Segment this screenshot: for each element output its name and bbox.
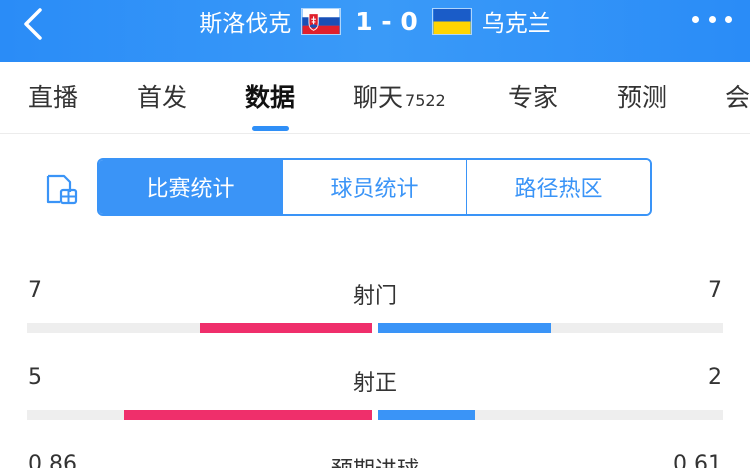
stat-away-bar xyxy=(378,323,551,333)
stat-away-track xyxy=(378,410,723,420)
home-team-name: 斯洛伐克 xyxy=(199,11,292,37)
stat-label: 射门 xyxy=(352,284,397,309)
segment-match-stats[interactable]: 比赛统计 xyxy=(99,160,283,214)
tab-live[interactable]: 直播 xyxy=(28,78,78,114)
more-dots-icon xyxy=(692,15,699,23)
stat-home-track xyxy=(27,323,372,333)
tab-chat[interactable]: 聊天 7522 xyxy=(353,78,446,114)
score: 1 - 0 xyxy=(355,6,418,36)
away-team-name: 乌克兰 xyxy=(481,11,551,37)
active-tab-indicator xyxy=(252,126,289,131)
tab-lineup[interactable]: 首发 xyxy=(137,78,187,114)
stat-home-bar xyxy=(199,323,372,333)
tab-predict[interactable]: 预测 xyxy=(617,78,667,114)
stat-away-value: 2 xyxy=(708,365,722,390)
ukraine-flag-icon xyxy=(431,7,472,35)
more-button[interactable] xyxy=(692,4,732,34)
stat-away-value: 0.61 xyxy=(673,452,722,468)
stat-away-value: 7 xyxy=(708,278,722,303)
stat-home-bar xyxy=(123,410,372,420)
segment-player-stats[interactable]: 球员统计 xyxy=(283,160,467,214)
stat-away-bar xyxy=(378,410,475,420)
stat-away-track xyxy=(378,323,723,333)
stat-label: 预期进球 xyxy=(0,452,750,468)
match-title: 斯洛伐克 1 - 0 乌克兰 xyxy=(0,3,750,39)
tab-experts[interactable]: 专家 xyxy=(508,78,558,114)
top-tab-bar: 直播 首发 数据 聊天 7522 专家 预测 会 xyxy=(0,62,750,134)
stat-label: 射正 xyxy=(352,371,397,396)
chat-count-badge: 7522 xyxy=(405,91,446,110)
stat-home-track xyxy=(27,410,372,420)
segment-heatmap[interactable]: 路径热区 xyxy=(467,160,650,214)
tab-more-cut[interactable]: 会 xyxy=(725,78,750,114)
tab-data[interactable]: 数据 xyxy=(245,78,295,114)
match-header: 斯洛伐克 1 - 0 乌克兰 xyxy=(0,0,750,62)
slovakia-flag-icon xyxy=(301,7,342,35)
share-button[interactable] xyxy=(44,170,80,206)
share-icon xyxy=(46,174,78,205)
stats-segment-control: 比赛统计 球员统计 路径热区 xyxy=(97,158,652,216)
